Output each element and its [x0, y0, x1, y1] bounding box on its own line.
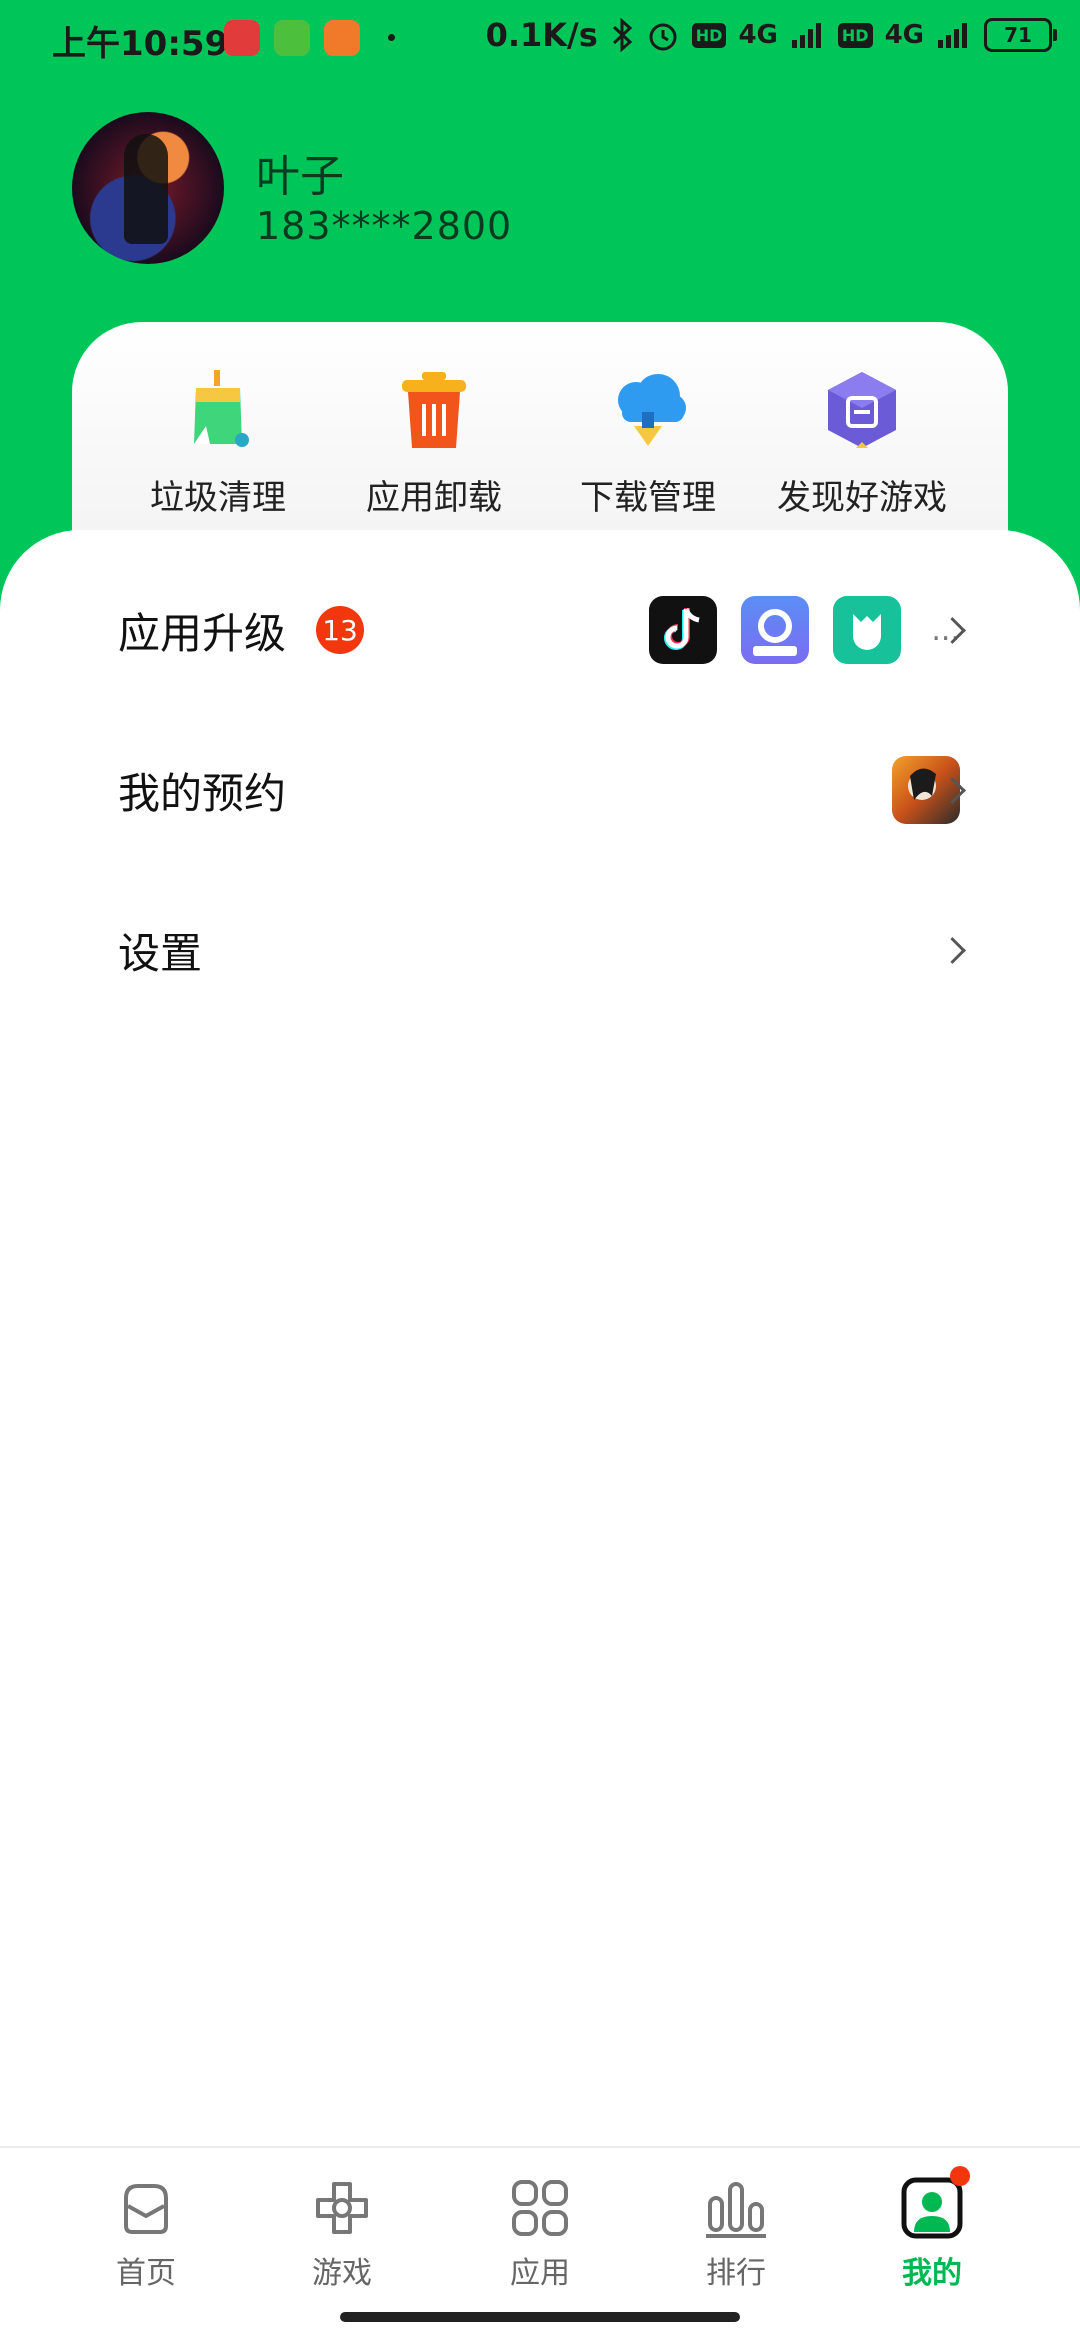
hd-badge-1: HD	[691, 22, 727, 48]
cloud-download-icon	[606, 368, 690, 452]
tool-download-manager[interactable]: 下载管理	[548, 368, 748, 519]
avatar[interactable]	[72, 112, 224, 264]
nav-apps[interactable]: 应用	[460, 2176, 620, 2292]
mi-icon	[324, 20, 360, 56]
menu-title: 应用升级	[118, 608, 287, 658]
battery-icon: 71	[984, 18, 1057, 52]
chevron-right-icon	[939, 936, 966, 964]
status-right: 0.1K/s HD 4G HD 4G 71	[485, 16, 1057, 54]
hd-badge-2: HD	[837, 22, 873, 48]
tool-uninstall[interactable]: 应用卸载	[334, 368, 534, 519]
nav-label: 首页	[116, 2256, 176, 2291]
game-icon	[310, 2176, 374, 2240]
game-cube-icon	[820, 368, 904, 452]
menu-app-upgrade[interactable]: 应用升级 13 ...	[118, 580, 1080, 680]
signal-icon	[791, 23, 821, 48]
network-type-2: 4G	[884, 20, 924, 50]
nav-games[interactable]: 游戏	[262, 2176, 422, 2292]
update-count-badge: 13	[316, 606, 365, 654]
trash-icon	[392, 368, 476, 452]
menu-my-reservation[interactable]: 我的预约	[118, 740, 1080, 840]
user-phone: 183****2800	[256, 204, 513, 248]
user-name[interactable]: 叶子	[256, 140, 344, 204]
tool-label: 垃圾清理	[150, 478, 286, 518]
nav-mine[interactable]: 我的	[852, 2166, 1012, 2292]
menu-sheet: 应用升级 13 ... 我的预约 设置	[0, 530, 1080, 2150]
app-store-icon	[274, 20, 310, 56]
tools-card: 垃圾清理 应用卸载 下载管理 发现好游戏	[72, 322, 1008, 552]
net-speed: 0.1K/s	[485, 16, 598, 54]
notification-dot	[950, 2166, 970, 2186]
home-indicator	[340, 2312, 740, 2322]
mijia-app-icon	[833, 596, 902, 664]
tool-label: 应用卸载	[366, 478, 502, 518]
status-time: 上午10:59	[52, 24, 229, 64]
browser-app-icon	[741, 596, 810, 664]
nav-label: 游戏	[312, 2256, 372, 2291]
alarm-icon	[649, 23, 677, 51]
profile-icon	[900, 2166, 970, 2240]
update-app-icons: ...	[649, 596, 960, 664]
ranking-icon	[704, 2176, 768, 2240]
nav-label: 应用	[510, 2256, 570, 2291]
bluetooth-icon	[612, 18, 633, 52]
menu-settings[interactable]: 设置	[118, 900, 1080, 1000]
status-bar: 上午10:59 0.1K/s HD 4G HD 4G 71	[0, 0, 1080, 76]
broom-icon	[176, 368, 260, 452]
network-type-1: 4G	[738, 20, 778, 50]
tiktok-app-icon	[649, 596, 718, 664]
notification-dot	[388, 34, 395, 41]
menu-title: 我的预约	[118, 768, 287, 818]
netease-music-icon	[224, 20, 260, 56]
signal-icon-2	[938, 23, 967, 48]
nav-label: 排行	[706, 2256, 766, 2291]
nav-ranking[interactable]: 排行	[656, 2176, 816, 2292]
menu-title: 设置	[118, 928, 203, 978]
nav-label: 我的	[902, 2256, 962, 2291]
tool-label: 下载管理	[580, 478, 716, 518]
tool-label: 发现好游戏	[777, 478, 947, 518]
tool-discover-games[interactable]: 发现好游戏	[762, 368, 962, 519]
nav-home[interactable]: 首页	[66, 2176, 226, 2292]
tool-junk-clean[interactable]: 垃圾清理	[118, 368, 318, 519]
apps-icon	[508, 2176, 572, 2240]
home-icon	[114, 2176, 178, 2240]
